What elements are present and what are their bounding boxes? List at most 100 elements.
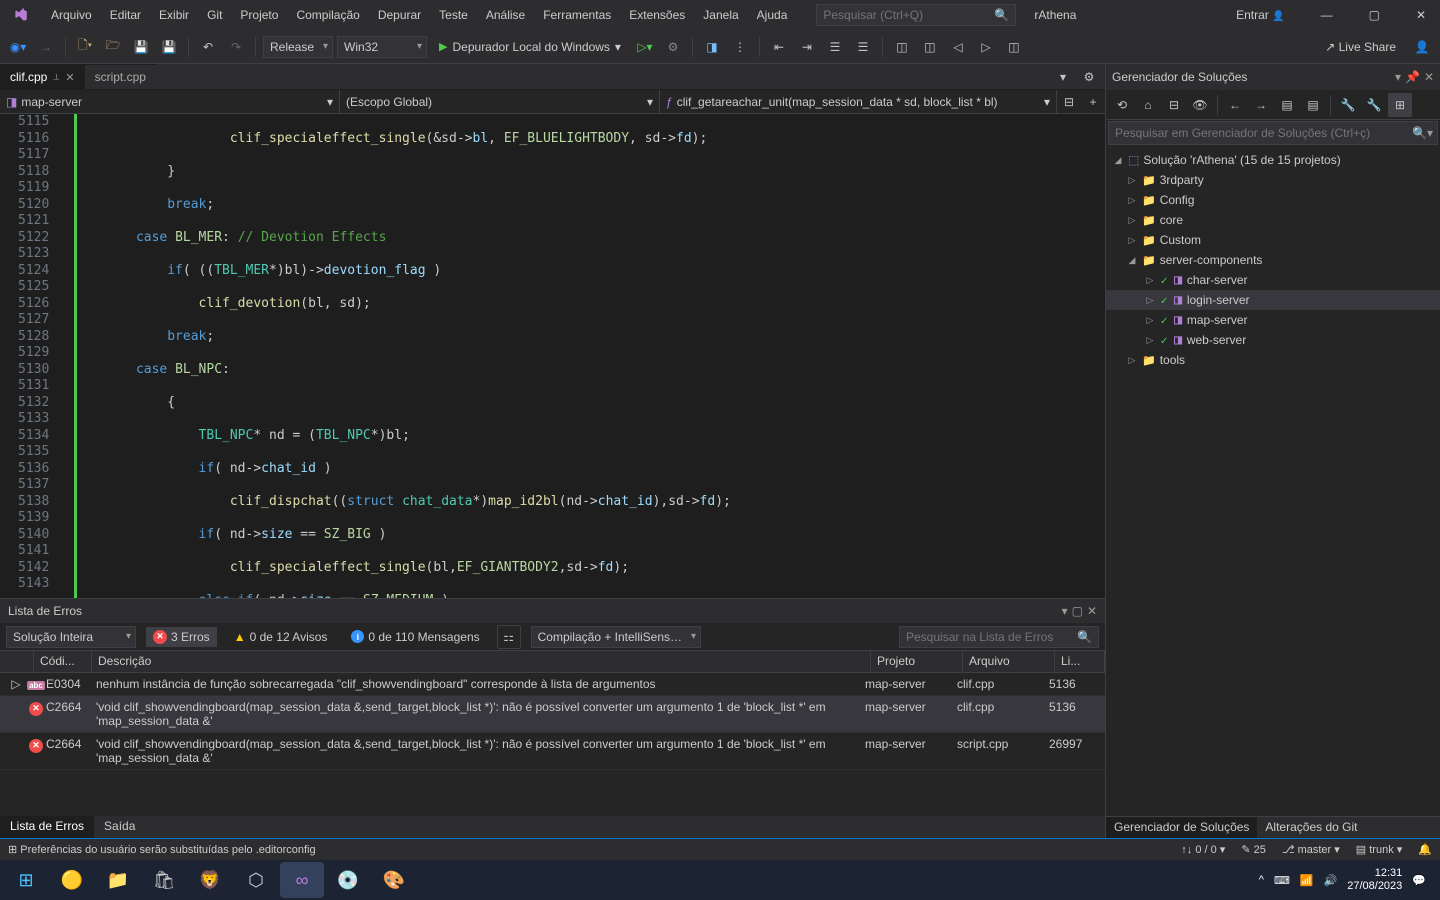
taskbar-paint[interactable]: 🎨	[372, 862, 416, 898]
maximize-button[interactable]: ▢	[1355, 2, 1394, 28]
error-search[interactable]: 🔍	[899, 626, 1099, 648]
tray-chevron-icon[interactable]: ^	[1259, 874, 1264, 886]
solution-search-input[interactable]	[1109, 126, 1408, 140]
new-item-icon[interactable]: 🗋▾	[73, 35, 97, 59]
tab-lista-erros[interactable]: Lista de Erros	[0, 816, 94, 838]
comment-icon[interactable]: ☰	[823, 35, 847, 59]
indent-icon[interactable]: ⇤	[767, 35, 791, 59]
platform-dropdown[interactable]: Win32	[337, 36, 427, 58]
tree-3rdparty[interactable]: ▷📁3rdparty	[1106, 170, 1440, 190]
add-icon[interactable]: +	[1081, 90, 1105, 114]
start-debug-button[interactable]: ▶Depurador Local do Windows ▾	[431, 40, 629, 54]
menu-depurar[interactable]: Depurar	[369, 2, 430, 28]
status-bell-icon[interactable]: 🔔	[1418, 843, 1432, 856]
messages-filter[interactable]: i0 de 110 Mensagens	[344, 627, 486, 647]
tab-clif-cpp[interactable]: clif.cpp⟂✕	[0, 64, 85, 89]
menu-git[interactable]: Git	[198, 2, 231, 28]
error-row[interactable]: ▷abc E0304 nenhum instância de função so…	[0, 673, 1105, 696]
warnings-filter[interactable]: ▲0 de 12 Avisos	[227, 627, 335, 647]
solution-tree[interactable]: ◢⬚Solução 'rAthena' (15 de 15 projetos) …	[1106, 146, 1440, 816]
bookmark-icon[interactable]: ◫	[890, 35, 914, 59]
menu-ferramentas[interactable]: Ferramentas	[534, 2, 620, 28]
tray-notif-icon[interactable]: 💬	[1412, 874, 1426, 887]
tray-volume-icon[interactable]: 🔊	[1324, 874, 1338, 887]
taskbar-brave[interactable]: 🦁	[188, 862, 232, 898]
tab-script-cpp[interactable]: script.cpp	[85, 64, 156, 89]
taskbar-chrome[interactable]: 🟡	[50, 862, 94, 898]
bookmark2-icon[interactable]: ◫	[918, 35, 942, 59]
a-icon[interactable]: ▤	[1275, 93, 1299, 117]
menu-analise[interactable]: Análise	[477, 2, 534, 28]
tab-saida[interactable]: Saída	[94, 816, 145, 838]
close-tab-icon[interactable]: ✕	[65, 71, 74, 84]
tabs-dropdown-icon[interactable]: ▾	[1051, 65, 1075, 89]
minimize-button[interactable]: —	[1307, 2, 1347, 28]
tb-icon-1[interactable]: ◨	[700, 35, 724, 59]
fwd-icon[interactable]: →	[1249, 93, 1273, 117]
menu-exibir[interactable]: Exibir	[150, 2, 198, 28]
taskbar-app1[interactable]: ⬡	[234, 862, 278, 898]
tree-custom[interactable]: ▷📁Custom	[1106, 230, 1440, 250]
errors-filter[interactable]: ✕3 Erros	[146, 627, 217, 647]
code-editor[interactable]: 5115511651175118511951205121512251235124…	[0, 114, 1105, 598]
error-row[interactable]: ✕ C2664 'void clif_showvendingboard(map_…	[0, 733, 1105, 770]
menu-janela[interactable]: Janela	[694, 2, 747, 28]
back-icon[interactable]: ←	[1223, 93, 1247, 117]
status-branch[interactable]: ⎇ master ▾	[1282, 843, 1340, 856]
tray-wifi-icon[interactable]: 📶	[1300, 874, 1314, 887]
side-tab-solution[interactable]: Gerenciador de Soluções	[1106, 817, 1257, 838]
global-scope-dropdown[interactable]: (Escopo Global)▾	[340, 90, 660, 113]
tree-web-server[interactable]: ▷◨web-server	[1106, 330, 1440, 350]
sync-icon[interactable]: ⌂	[1136, 93, 1160, 117]
side-close-icon[interactable]: ✕	[1424, 70, 1434, 84]
close-button[interactable]: ✕	[1402, 2, 1440, 28]
error-row[interactable]: ✕ C2664 'void clif_showvendingboard(map_…	[0, 696, 1105, 733]
panel-close-icon[interactable]: ✕	[1087, 604, 1097, 618]
save-all-icon[interactable]: 💾	[157, 35, 181, 59]
wrench-icon[interactable]: 🔧	[1336, 93, 1360, 117]
bookmark-del-icon[interactable]: ◫	[1002, 35, 1026, 59]
side-pin-icon[interactable]: 📌	[1405, 70, 1420, 84]
tree-char-server[interactable]: ▷◨char-server	[1106, 270, 1440, 290]
collapse-icon[interactable]: ⊟	[1162, 93, 1186, 117]
outdent-icon[interactable]: ⇥	[795, 35, 819, 59]
pin-icon[interactable]: ⟂	[53, 72, 59, 83]
taskbar-app2[interactable]: 💿	[326, 862, 370, 898]
menu-teste[interactable]: Teste	[430, 2, 477, 28]
title-search[interactable]: 🔍	[816, 4, 1016, 26]
solution-search[interactable]: 🔍▾	[1108, 121, 1438, 145]
tree-core[interactable]: ▷📁core	[1106, 210, 1440, 230]
taskbar-explorer[interactable]: 📁	[96, 862, 140, 898]
uncomment-icon[interactable]: ☰	[851, 35, 875, 59]
tree-config[interactable]: ▷📁Config	[1106, 190, 1440, 210]
save-icon[interactable]: 💾	[129, 35, 153, 59]
tree-server-components[interactable]: ◢📁server-components	[1106, 250, 1440, 270]
function-dropdown[interactable]: ƒclif_getareachar_unit(map_session_data …	[660, 90, 1057, 113]
refresh-icon[interactable]: ⊞	[1388, 93, 1412, 117]
tray-lang[interactable]: ⌨	[1274, 874, 1290, 887]
redo-icon[interactable]: ↷	[224, 35, 248, 59]
menu-editar[interactable]: Editar	[101, 2, 150, 28]
menu-ajuda[interactable]: Ajuda	[748, 2, 797, 28]
tree-login-server[interactable]: ▷◨login-server	[1106, 290, 1440, 310]
home-icon[interactable]: ⟲	[1110, 93, 1134, 117]
error-scope-dropdown[interactable]: Solução Inteira	[6, 626, 136, 648]
panel-pin-icon[interactable]: ▢	[1072, 604, 1083, 618]
start-button[interactable]: ⊞	[4, 862, 48, 898]
tree-map-server[interactable]: ▷◨map-server	[1106, 310, 1440, 330]
wrench2-icon[interactable]: 🔧	[1362, 93, 1386, 117]
tray-clock[interactable]: 12:3127/08/2023	[1347, 867, 1402, 893]
stop-icon[interactable]: ⚙	[661, 35, 685, 59]
taskbar-store[interactable]: 🛍	[142, 862, 186, 898]
undo-icon[interactable]: ↶	[196, 35, 220, 59]
side-dropdown-icon[interactable]: ▾	[1395, 70, 1401, 84]
build-intellisense-dropdown[interactable]: Compilação + IntelliSens…	[531, 626, 701, 648]
nav-back-icon[interactable]: ◉▾	[6, 35, 30, 59]
title-search-input[interactable]	[823, 8, 994, 22]
bookmark-prev-icon[interactable]: ◁	[946, 35, 970, 59]
status-repo[interactable]: ▤ trunk ▾	[1356, 843, 1403, 856]
tree-root[interactable]: ◢⬚Solução 'rAthena' (15 de 15 projetos)	[1106, 150, 1440, 170]
error-search-input[interactable]	[906, 630, 1077, 644]
show-all-icon[interactable]: 👁	[1188, 93, 1212, 117]
open-icon[interactable]: 🗁	[101, 35, 125, 59]
